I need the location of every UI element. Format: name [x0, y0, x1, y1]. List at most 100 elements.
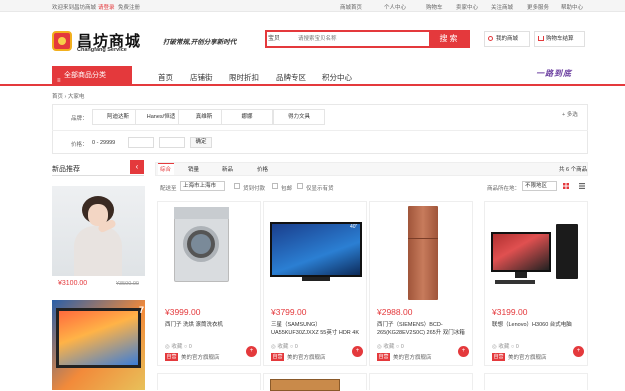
product-price: ¥3199.00 — [492, 307, 528, 317]
topbar-more-link[interactable]: 更多服务 — [527, 3, 549, 11]
product-meta[interactable]: ◎ 收藏 ○ 0 — [271, 342, 298, 350]
cart-button[interactable]: 购物车结算 — [534, 31, 585, 47]
brand-option[interactable]: 娜娜 — [221, 109, 273, 125]
shop-name[interactable]: 美的官方旗舰店 — [287, 353, 326, 361]
product-image[interactable] — [485, 202, 587, 302]
product-card[interactable] — [157, 373, 261, 390]
product-card[interactable]: 40" ¥3799.00 三星（SAMSUNG）UA55KUF30ZJXXZ 5… — [263, 201, 367, 366]
sort-sales[interactable]: 销量 — [188, 165, 199, 173]
price-max-input[interactable] — [159, 137, 185, 148]
product-price: ¥2988.00 — [377, 307, 413, 317]
top-bar: 欢迎来到昌坊商城 请登录 免费注册 商城首页 个人中心 购物车 卖家中心 关注商… — [0, 0, 625, 12]
nav-home[interactable]: 首页 — [158, 72, 173, 83]
logo-icon[interactable] — [52, 31, 72, 51]
product-meta[interactable]: ◎ 收藏 ○ 0 — [377, 342, 404, 350]
location-select[interactable]: 不限地区 — [522, 181, 557, 191]
add-to-cart-icon[interactable]: + — [352, 346, 363, 357]
self-operated-badge: 自营 — [165, 353, 178, 361]
product-name[interactable]: 西门子（SIEMENS）BCD-265(KG28EV2S0C) 265升 双门冰… — [377, 321, 469, 337]
price-min-input[interactable] — [128, 137, 154, 148]
cart-icon — [538, 36, 544, 41]
search-input[interactable] — [298, 33, 423, 45]
multi-select-button[interactable]: + 多选 — [562, 110, 578, 118]
topbar-help-link[interactable]: 帮助中心 — [561, 3, 583, 11]
cod-label: 货到付款 — [243, 186, 266, 192]
product-name[interactable]: 联想（Lenovo）H3060 台式电脑 — [492, 321, 584, 329]
login-link[interactable]: 请登录 — [98, 3, 115, 11]
product-price: ¥3799.00 — [271, 307, 307, 317]
search-button[interactable]: 搜索 — [429, 30, 470, 48]
product-card[interactable]: ¥3199.00 联想（Lenovo）H3060 台式电脑 ◎ 收藏 ○ 0 自… — [484, 201, 588, 366]
add-to-cart-icon[interactable]: + — [246, 346, 257, 357]
filter-divider — [52, 130, 588, 131]
free-shipping-label: 包邮 — [281, 186, 293, 192]
nav-brand-zone[interactable]: 品牌专区 — [276, 72, 306, 83]
free-shipping-checkbox[interactable] — [272, 183, 278, 189]
nav-shop-street[interactable]: 店铺街 — [190, 72, 213, 83]
sidebar-prev-arrow-icon[interactable]: ‹ — [130, 160, 144, 174]
topbar-seller-link[interactable]: 卖家中心 — [456, 3, 478, 11]
cod-checkbox[interactable] — [234, 183, 240, 189]
product-image[interactable] — [370, 202, 472, 302]
product-meta[interactable]: ◎ 收藏 ○ 0 — [165, 342, 192, 350]
sort-new[interactable]: 新品 — [222, 165, 233, 173]
menu-icon: ≡ — [57, 78, 61, 84]
all-categories-button[interactable]: ≡ 全部商品分类 — [52, 66, 132, 85]
product-image[interactable] — [158, 202, 260, 302]
in-stock-checkbox[interactable] — [297, 183, 303, 189]
my-mall-button[interactable]: 我的商城 — [484, 31, 530, 47]
add-to-cart-icon[interactable]: + — [458, 346, 469, 357]
register-link[interactable]: 免费注册 — [118, 3, 140, 11]
shop-name[interactable]: 美的官方旗舰店 — [508, 353, 547, 361]
welcome-text: 欢迎来到昌坊商城 — [52, 5, 97, 11]
topbar-user-center-link[interactable]: 个人中心 — [384, 3, 406, 11]
shop-name[interactable]: 美的官方旗舰店 — [393, 353, 432, 361]
sidebar-title: 新品推荐 — [52, 166, 80, 173]
all-categories-label: 全部商品分类 — [64, 72, 106, 79]
logo-subtitle: Changfang Service — [77, 47, 127, 53]
product-card[interactable] — [484, 373, 588, 390]
topbar-follow-link[interactable]: 关注商城 — [491, 3, 513, 11]
promo-banner-text[interactable]: 一路到底 — [536, 68, 572, 79]
self-operated-badge: 自营 — [271, 353, 284, 361]
nav-limited-discount[interactable]: 限时折扣 — [229, 72, 259, 83]
sidebar-product-image[interactable] — [52, 186, 145, 276]
list-view-icon[interactable] — [579, 183, 585, 189]
topbar-cart-link[interactable]: 购物车 — [426, 3, 443, 11]
self-operated-badge: 自营 — [492, 353, 505, 361]
topbar-home-link[interactable]: 商城首页 — [340, 3, 362, 11]
product-card[interactable]: ¥2988.00 西门子（SIEMENS）BCD-265(KG28EV2S0C)… — [369, 201, 473, 366]
sort-price[interactable]: 价格 — [257, 165, 268, 173]
product-image[interactable]: 40" — [264, 202, 366, 302]
self-operated-badge: 自营 — [377, 353, 390, 361]
sidebar-product-old-price: ¥3500.00 — [116, 281, 139, 287]
product-name[interactable]: 三星（SAMSUNG）UA55KUF30ZJXXZ 55英寸 HDR 4K超 — [271, 321, 363, 337]
product-meta[interactable]: ◎ 收藏 ○ 0 — [492, 342, 519, 350]
brand-option[interactable]: 得力文具 — [273, 109, 325, 125]
product-price: ¥3999.00 — [165, 307, 201, 317]
location-label: 商品所在地： — [487, 186, 521, 192]
nav-divider — [0, 84, 625, 86]
product-card[interactable]: ¥3999.00 西门子 洗烘 滚筒洗衣机 ◎ 收藏 ○ 0 自营 美的官方旗舰… — [157, 201, 261, 366]
ship-to-select[interactable]: 上海市上海市 — [180, 181, 225, 191]
add-to-cart-icon[interactable]: + — [573, 346, 584, 357]
sidebar-product-image[interactable] — [52, 300, 145, 390]
grid-view-icon[interactable] — [563, 183, 569, 189]
nav-points-center[interactable]: 积分中心 — [322, 72, 352, 83]
sort-bar — [155, 162, 588, 176]
shop-name[interactable]: 美的官方旗舰店 — [181, 353, 220, 361]
product-name[interactable]: 西门子 洗烘 滚筒洗衣机 — [165, 321, 257, 329]
sidebar-product-price: ¥3100.00 — [58, 280, 88, 287]
in-stock-label: 仅显示有货 — [306, 186, 334, 192]
product-card[interactable] — [263, 373, 367, 391]
breadcrumb[interactable]: 首页 › 大家电 — [52, 92, 84, 100]
price-confirm-button[interactable]: 确定 — [190, 137, 212, 148]
multi-select-label: 多选 — [566, 112, 578, 118]
my-mall-label: 我的商城 — [496, 36, 519, 42]
sort-comprehensive[interactable]: 综合 — [160, 165, 171, 173]
total-count: 共 6 个商品 — [559, 167, 588, 173]
product-card[interactable] — [369, 373, 473, 390]
search-category[interactable]: 宝贝 — [268, 33, 296, 45]
user-icon — [488, 36, 493, 41]
cart-label: 购物车结算 — [546, 36, 574, 42]
